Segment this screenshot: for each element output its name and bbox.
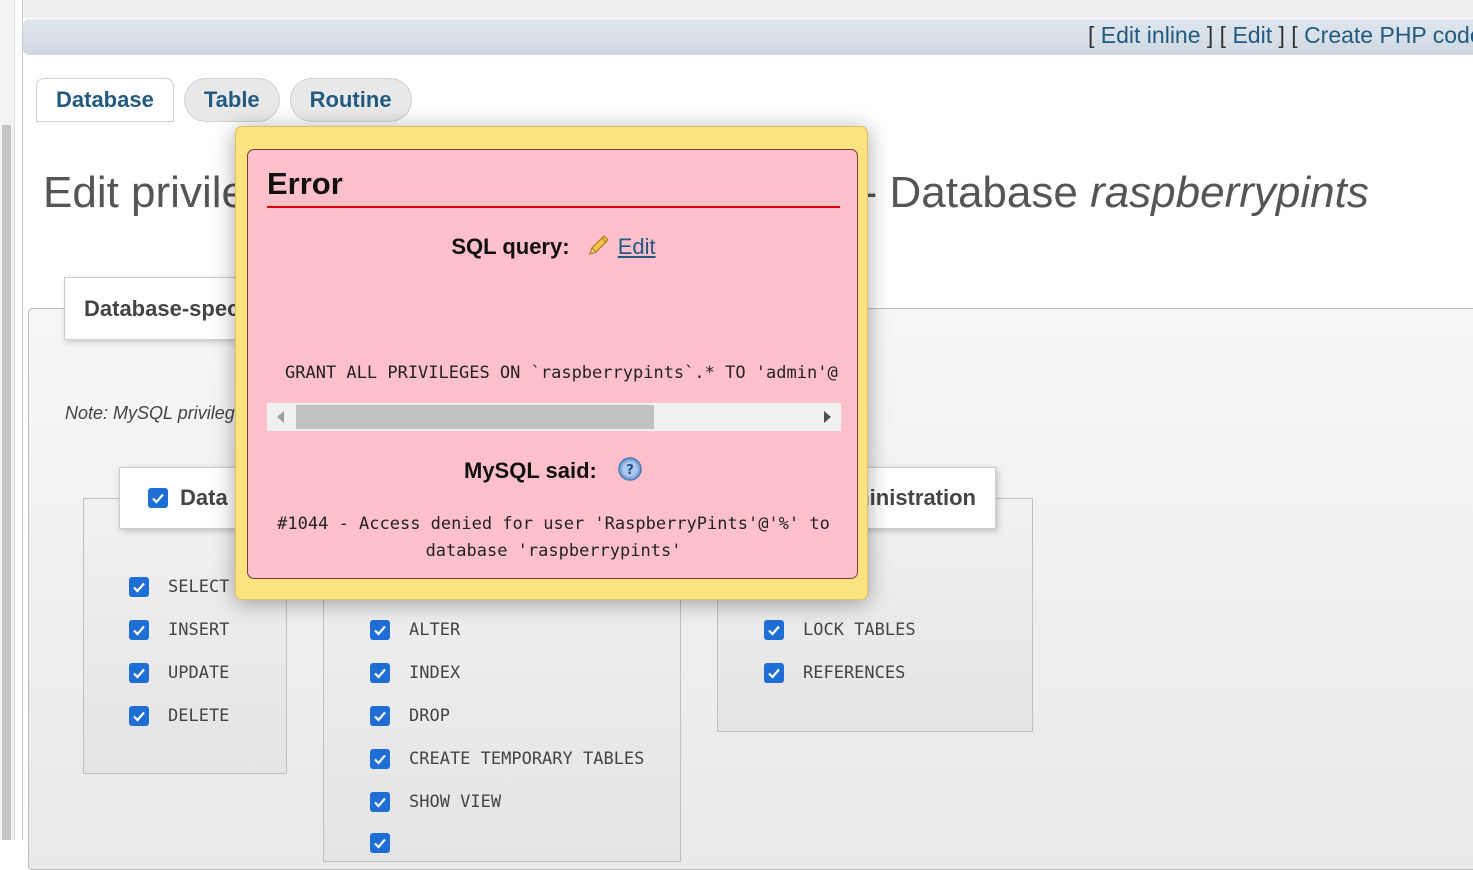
checkbox[interactable]	[129, 620, 149, 640]
frame-divider	[22, 0, 23, 840]
data-check-all-checkbox[interactable]	[148, 488, 168, 508]
checkbox[interactable]	[764, 620, 784, 640]
sql-links: [ Edit inline ] [ Edit ] [ Create PHP co…	[1088, 22, 1473, 49]
privilege-select[interactable]: SELECT	[129, 577, 229, 597]
database-name: raspberrypints	[1090, 168, 1369, 217]
scroll-right-icon[interactable]	[824, 411, 831, 423]
privilege-delete[interactable]: DELETE	[129, 706, 229, 726]
checkbox[interactable]	[370, 833, 390, 853]
checkbox[interactable]	[370, 749, 390, 769]
sql-query-heading: SQL query: Edit	[248, 232, 859, 264]
mysql-said-heading: MySQL said: ?	[248, 456, 859, 488]
sql-query-text: GRANT ALL PRIVILEGES ON `raspberrypints`…	[285, 363, 840, 383]
checkbox[interactable]	[764, 663, 784, 683]
checkbox[interactable]	[129, 663, 149, 683]
privilege-insert[interactable]: INSERT	[129, 620, 229, 640]
checkbox[interactable]	[370, 620, 390, 640]
privilege-show-view[interactable]: SHOW VIEW	[370, 792, 501, 812]
tab-database[interactable]: Database	[36, 78, 174, 122]
tab-routine[interactable]: Routine	[289, 78, 412, 122]
left-scrollbar[interactable]	[0, 0, 15, 840]
privilege-partial[interactable]	[370, 833, 409, 853]
privilege-tabs: Database Table Routine	[36, 78, 412, 122]
error-dialog: Error SQL query: Edit GRANT ALL PRIVILEG…	[235, 126, 868, 600]
privilege-lock-tables[interactable]: LOCK TABLES	[764, 620, 916, 640]
help-icon[interactable]: ?	[617, 456, 643, 488]
scroll-left-icon[interactable]	[277, 411, 284, 423]
checkbox[interactable]	[129, 577, 149, 597]
top-strip	[23, 0, 1473, 18]
privileges-note: Note: MySQL privilege	[65, 403, 245, 423]
edit-inline-link[interactable]: Edit inline	[1101, 22, 1201, 48]
privilege-drop[interactable]: DROP	[370, 706, 450, 726]
sql-edit-link[interactable]: Edit	[618, 234, 656, 259]
checkbox[interactable]	[370, 792, 390, 812]
error-panel: Error SQL query: Edit GRANT ALL PRIVILEG…	[247, 149, 858, 579]
mysql-error-message: #1044 - Access denied for user 'Raspberr…	[277, 514, 830, 561]
privilege-alter[interactable]: ALTER	[370, 620, 460, 640]
query-scrollbar-thumb[interactable]	[296, 405, 654, 429]
create-php-code-link[interactable]: Create PHP code	[1304, 22, 1473, 48]
privilege-index[interactable]: INDEX	[370, 663, 460, 683]
left-scrollbar-thumb[interactable]	[2, 125, 11, 840]
tab-table[interactable]: Table	[183, 78, 280, 122]
checkbox[interactable]	[129, 706, 149, 726]
edit-link[interactable]: Edit	[1232, 22, 1272, 48]
privilege-update[interactable]: UPDATE	[129, 663, 229, 683]
privilege-create-temporary-tables[interactable]: CREATE TEMPORARY TABLES	[370, 749, 644, 769]
checkbox[interactable]	[370, 706, 390, 726]
privilege-references[interactable]: REFERENCES	[764, 663, 905, 683]
pencil-icon[interactable]	[586, 232, 612, 264]
error-title-rule	[267, 206, 840, 208]
query-horizontal-scrollbar[interactable]	[267, 403, 841, 431]
error-title: Error	[267, 166, 343, 201]
checkbox[interactable]	[370, 663, 390, 683]
svg-text:?: ?	[626, 463, 634, 478]
